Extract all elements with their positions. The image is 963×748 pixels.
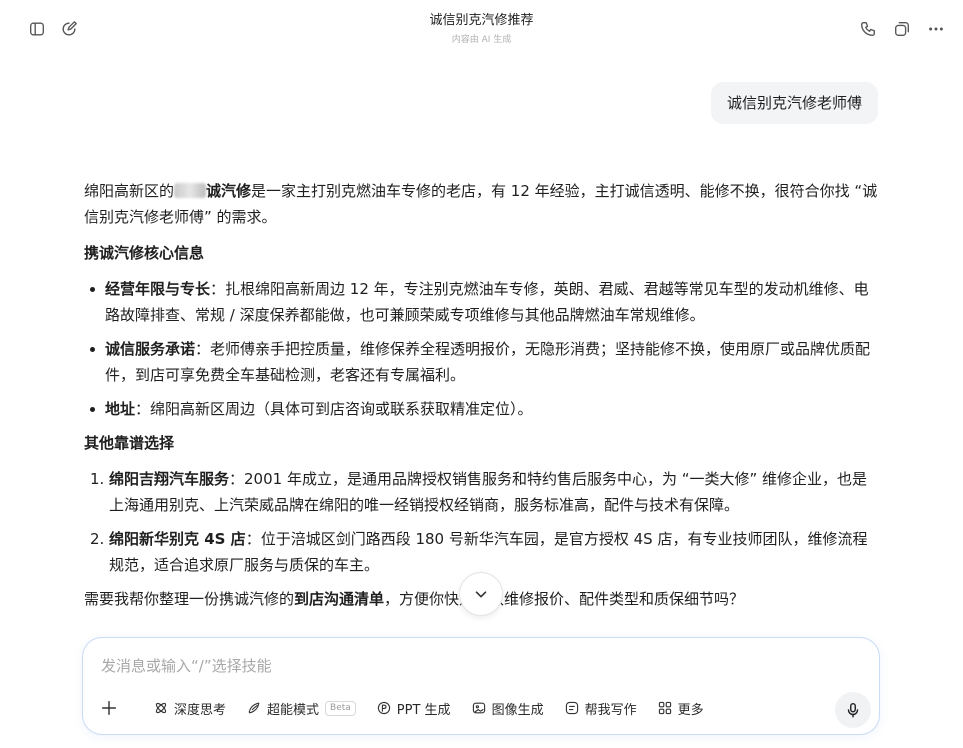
redacted-blur xyxy=(174,183,207,198)
image-generate-button[interactable]: 图像生成 xyxy=(471,699,544,718)
list-item: 地址：绵阳高新区周边（具体可到店咨询或联系获取精准定位）。 xyxy=(84,396,880,422)
ai-generated-note: 内容由 AI 生成 xyxy=(451,35,512,45)
item-label: 绵阳吉翔汽车服务 xyxy=(109,470,230,488)
item-number: 2. xyxy=(90,530,105,548)
item-label: 诚信服务承诺 xyxy=(105,340,196,358)
tool-label: PPT 生成 xyxy=(396,702,451,718)
item-number: 1. xyxy=(90,470,105,488)
closing-prefix: 需要我帮你整理一份携诚汽修的 xyxy=(84,590,295,608)
page-title: 诚信别克汽修推荐 xyxy=(429,13,534,28)
item-label: 地址 xyxy=(105,400,136,418)
tool-label: 更多 xyxy=(677,702,704,718)
voice-input-button[interactable] xyxy=(835,692,871,728)
phone-icon[interactable] xyxy=(857,18,879,40)
plus-icon xyxy=(101,700,117,716)
super-mode-icon xyxy=(248,702,260,714)
closing-rest: ，方便你快速确认维修报价、配件类型和质保细节吗？ xyxy=(384,590,745,608)
scroll-to-bottom-button[interactable] xyxy=(459,572,503,616)
composer-toolbar: 深度思考 超能模式 Beta PPT 生成 图像生成 帮我写作 更多 xyxy=(97,696,724,720)
super-mode-button[interactable]: 超能模式 Beta xyxy=(246,699,356,718)
section-heading-core-info: 携诚汽修核心信息 xyxy=(84,244,205,262)
list-item: 诚信服务承诺：老师傅亲手把控质量，维修保养全程透明报价，无隐形消费；坚持能修不换… xyxy=(84,336,880,388)
writing-assist-button[interactable]: 帮我写作 xyxy=(564,699,637,718)
closing-bold: 到店沟通清单 xyxy=(294,590,385,608)
more-grid-icon xyxy=(658,701,671,715)
shop-name: 诚汽修 xyxy=(174,182,251,200)
image-gen-icon xyxy=(472,702,485,714)
deep-think-button[interactable]: 深度思考 xyxy=(153,699,226,718)
item-text: ：扎根绵阳高新周边 12 年，专注别克燃油车专修，英朗、君威、君越等常见车型的发… xyxy=(105,280,869,324)
ppt-generate-button[interactable]: PPT 生成 xyxy=(376,699,451,718)
add-attachment-button[interactable] xyxy=(97,696,121,720)
item-label: 经营年限与专长 xyxy=(105,280,211,298)
more-tools-button[interactable]: 更多 xyxy=(657,699,704,718)
intro-prefix: 绵阳高新区的 xyxy=(84,182,175,200)
assistant-answer: 绵阳高新区的 诚汽修是一家主打别克燃油车专修的老店，有 12 年经验，主打诚信透明… xyxy=(84,178,880,612)
item-text: ：老师傅亲手把控质量，维修保养全程透明报价，无隐形消费；坚持能修不换，使用原厂或… xyxy=(105,340,871,384)
chevron-down-icon xyxy=(475,591,487,598)
list-item: 1. 绵阳吉翔汽车服务：2001 年成立，是通用品牌授权销售服务和特约售后服务中心… xyxy=(84,466,880,518)
microphone-icon xyxy=(847,702,859,718)
share-icon[interactable] xyxy=(891,18,913,40)
message-input[interactable] xyxy=(101,654,801,678)
tool-label: 图像生成 xyxy=(491,702,544,718)
core-info-list: 经营年限与专长：扎根绵阳高新周边 12 年，专注别克燃油车专修，英朗、君威、君越… xyxy=(84,276,880,422)
tool-label: 深度思考 xyxy=(174,702,227,718)
shop-name-text: 诚汽修 xyxy=(206,182,252,200)
item-text: ：绵阳高新区周边（具体可到店咨询或联系获取精准定位）。 xyxy=(135,400,533,418)
item-label: 绵阳新华别克 4S 店 xyxy=(109,530,246,548)
tool-label: 帮我写作 xyxy=(584,702,637,718)
user-message-bubble: 诚信别克汽修老师傅 xyxy=(710,82,878,124)
section-heading-other-options: 其他靠谱选择 xyxy=(84,434,175,452)
ppt-icon xyxy=(377,701,390,715)
other-options-list: 1. 绵阳吉翔汽车服务：2001 年成立，是通用品牌授权销售服务和特约售后服务中心… xyxy=(84,466,880,578)
answer-intro: 绵阳高新区的 诚汽修是一家主打别克燃油车专修的老店，有 12 年经验，主打诚信透明… xyxy=(84,178,880,230)
message-composer: 深度思考 超能模式 Beta PPT 生成 图像生成 帮我写作 更多 xyxy=(82,637,880,735)
top-bar: 诚信别克汽修推荐 内容由 AI 生成 xyxy=(0,0,963,60)
more-icon[interactable] xyxy=(925,18,947,40)
deep-think-icon xyxy=(155,702,167,714)
beta-badge: Beta xyxy=(325,700,356,716)
list-item: 2. 绵阳新华别克 4S 店：位于涪城区剑门路西段 180 号新华汽车园，是官方授… xyxy=(84,526,880,578)
writing-icon xyxy=(565,701,578,715)
tool-label: 超能模式 xyxy=(267,702,320,718)
title-area: 诚信别克汽修推荐 内容由 AI 生成 xyxy=(0,12,963,47)
list-item: 经营年限与专长：扎根绵阳高新周边 12 年，专注别克燃油车专修，英朗、君威、君越… xyxy=(84,276,880,328)
